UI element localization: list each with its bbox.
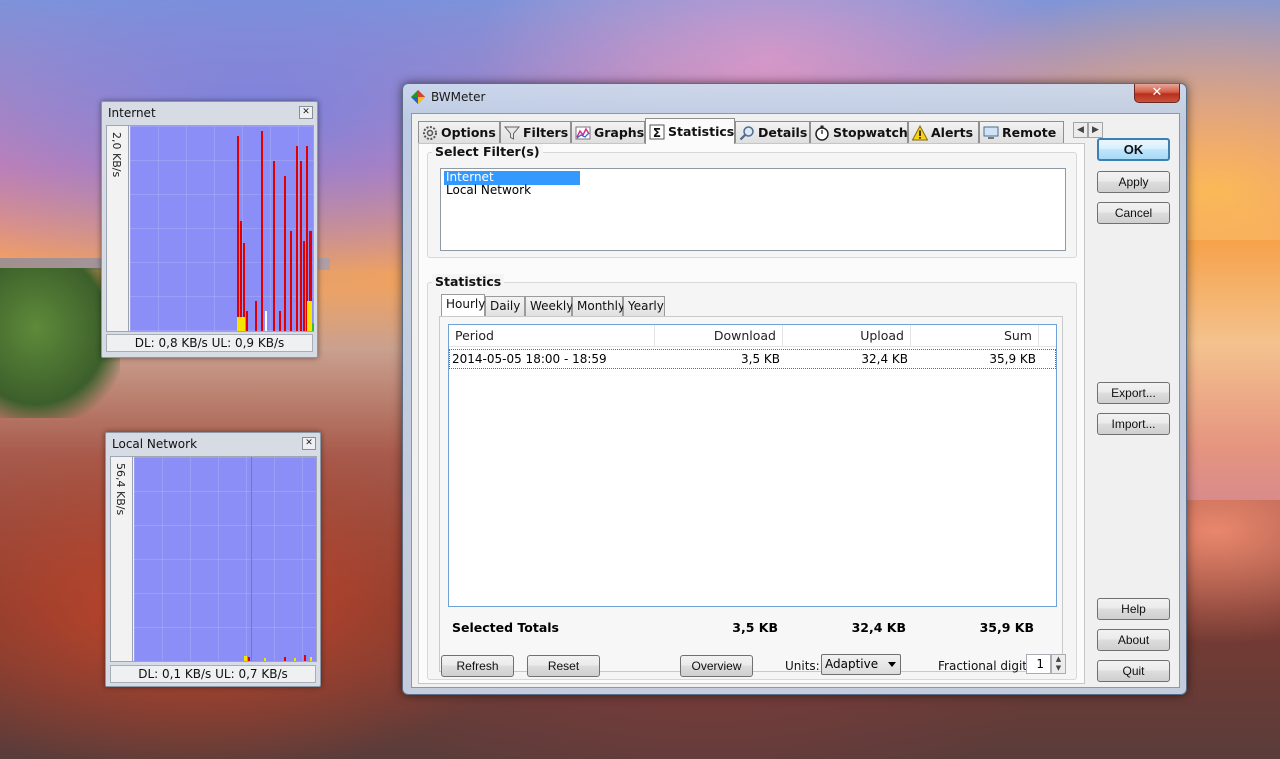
- gear-icon: [423, 125, 437, 140]
- ok-button[interactable]: OK: [1097, 138, 1170, 161]
- units-select[interactable]: Adaptive: [821, 654, 901, 675]
- internet-meter-graph: 2,0 KB/s: [106, 125, 314, 332]
- tab-statistics[interactable]: Σ Statistics: [645, 118, 735, 144]
- units-select-value: Adaptive: [825, 657, 879, 671]
- help-button[interactable]: Help: [1097, 598, 1170, 620]
- tab-scroll-right-button[interactable]: ▶: [1088, 122, 1103, 138]
- internet-meter-window[interactable]: Internet ✕ 2,0 KB/s DL: 0,8 KB/s UL: 0,9…: [101, 101, 318, 358]
- local-meter-graph: 56,4 KB/s: [110, 456, 317, 662]
- totals-upload: 32,4 KB: [851, 620, 906, 635]
- local-meter-scale-axis: 56,4 KB/s: [111, 457, 133, 661]
- tab-options-label: Options: [441, 125, 496, 140]
- tab-scroll-buttons: ◀ ▶: [1073, 122, 1103, 138]
- monitor-icon: [983, 126, 999, 139]
- tab-alerts[interactable]: Alerts: [908, 121, 979, 143]
- stat-tab-weekly[interactable]: Weekly: [525, 296, 573, 316]
- import-button[interactable]: Import...: [1097, 413, 1170, 435]
- refresh-button[interactable]: Refresh: [441, 655, 514, 677]
- tab-filters[interactable]: Filters: [500, 121, 571, 143]
- bwmeter-window: BWMeter ✕ Options Filters Graphs Σ Stati…: [402, 83, 1187, 695]
- totals-download: 3,5 KB: [732, 620, 778, 635]
- funnel-icon: [504, 126, 520, 140]
- reset-button[interactable]: Reset: [527, 655, 600, 677]
- tab-alerts-label: Alerts: [931, 125, 974, 140]
- statistics-panel: Select Filter(s) Internet Local Network …: [418, 143, 1085, 684]
- internet-meter-close-button[interactable]: ✕: [299, 106, 313, 119]
- about-button[interactable]: About: [1097, 629, 1170, 651]
- apply-button[interactable]: Apply: [1097, 171, 1170, 193]
- tab-statistics-label: Statistics: [668, 124, 735, 139]
- fractional-digits-input[interactable]: 1: [1026, 654, 1051, 674]
- internet-meter-scale-axis: 2,0 KB/s: [107, 126, 129, 331]
- stat-tab-daily[interactable]: Daily: [485, 296, 525, 316]
- internet-meter-title: Internet: [108, 106, 156, 120]
- column-header-upload[interactable]: Upload: [783, 325, 911, 347]
- stopwatch-icon: [815, 125, 829, 141]
- tab-stopwatch-label: Stopwatch: [833, 125, 908, 140]
- tab-stopwatch[interactable]: Stopwatch: [810, 121, 908, 143]
- main-tab-strip: Options Filters Graphs Σ Statistics Deta…: [418, 118, 1073, 144]
- column-header-period[interactable]: Period: [449, 325, 655, 347]
- tab-filters-label: Filters: [523, 125, 569, 140]
- statistics-table[interactable]: Period Download Upload Sum 2014-05-05 18…: [448, 324, 1057, 607]
- sigma-icon: Σ: [649, 124, 665, 140]
- svg-text:Σ: Σ: [653, 126, 661, 140]
- cell-period: 2014-05-05 18:00 - 18:59: [452, 352, 607, 366]
- local-meter-window[interactable]: Local Network ✕ 56,4 KB/s DL: 0,1 KB/s U…: [105, 432, 321, 687]
- cancel-button[interactable]: Cancel: [1097, 202, 1170, 224]
- stat-tab-yearly[interactable]: Yearly: [623, 296, 665, 316]
- internet-meter-scale: 2,0 KB/s: [110, 132, 123, 178]
- totals-label: Selected Totals: [452, 620, 559, 635]
- statistics-group-label: Statistics: [432, 274, 505, 289]
- fractional-digits-label: Fractional digits:: [938, 659, 1038, 673]
- tab-remote-label: Remote: [1002, 125, 1057, 140]
- filter-group-label: Select Filter(s): [432, 144, 543, 159]
- table-row[interactable]: 2014-05-05 18:00 - 18:59 3,5 KB 32,4 KB …: [449, 349, 1056, 369]
- tab-remote[interactable]: Remote: [979, 121, 1064, 143]
- tab-graphs[interactable]: Graphs: [571, 121, 645, 143]
- window-title: BWMeter: [431, 90, 486, 104]
- tab-details[interactable]: Details: [735, 121, 810, 143]
- export-button[interactable]: Export...: [1097, 382, 1170, 404]
- spin-down-icon[interactable]: ▼: [1052, 664, 1065, 673]
- spin-up-icon[interactable]: ▲: [1052, 655, 1065, 664]
- local-meter-plot: [134, 457, 316, 661]
- cell-sum: 35,9 KB: [989, 352, 1036, 366]
- tab-graphs-label: Graphs: [594, 125, 645, 140]
- filter-list[interactable]: Internet Local Network: [440, 168, 1066, 251]
- wallpaper-sunset-sea: [1185, 240, 1280, 500]
- cell-download: 3,5 KB: [741, 352, 780, 366]
- quit-button[interactable]: Quit: [1097, 660, 1170, 682]
- tab-options[interactable]: Options: [418, 121, 500, 143]
- column-header-download[interactable]: Download: [655, 325, 783, 347]
- overview-button[interactable]: Overview: [680, 655, 753, 677]
- stat-tab-monthly[interactable]: Monthly: [572, 296, 625, 316]
- internet-meter-status: DL: 0,8 KB/s UL: 0,9 KB/s: [106, 334, 313, 352]
- totals-sum: 35,9 KB: [979, 620, 1034, 635]
- local-meter-scale: 56,4 KB/s: [114, 463, 127, 516]
- warning-icon: [912, 124, 928, 140]
- filter-item-local-network[interactable]: Local Network: [444, 184, 533, 198]
- stat-tab-hourly[interactable]: Hourly: [441, 294, 485, 316]
- fractional-digits-spinner[interactable]: ▲ ▼: [1051, 654, 1066, 674]
- graph-icon: [575, 126, 591, 139]
- internet-meter-plot: [130, 126, 314, 331]
- window-client-area: Options Filters Graphs Σ Statistics Deta…: [411, 113, 1180, 688]
- units-label: Units:: [785, 659, 820, 673]
- local-meter-title: Local Network: [112, 437, 198, 451]
- chevron-down-icon: [888, 662, 896, 667]
- magnifier-icon: [739, 125, 754, 140]
- local-meter-status: DL: 0,1 KB/s UL: 0,7 KB/s: [110, 665, 316, 683]
- local-meter-close-button[interactable]: ✕: [302, 437, 316, 450]
- bwmeter-app-icon: [411, 90, 425, 104]
- tab-details-label: Details: [758, 125, 808, 140]
- column-header-sum[interactable]: Sum: [911, 325, 1039, 347]
- table-header: Period Download Upload Sum: [449, 325, 1056, 347]
- cell-upload: 32,4 KB: [861, 352, 908, 366]
- window-close-button[interactable]: ✕: [1134, 84, 1180, 103]
- tab-scroll-left-button[interactable]: ◀: [1073, 122, 1088, 138]
